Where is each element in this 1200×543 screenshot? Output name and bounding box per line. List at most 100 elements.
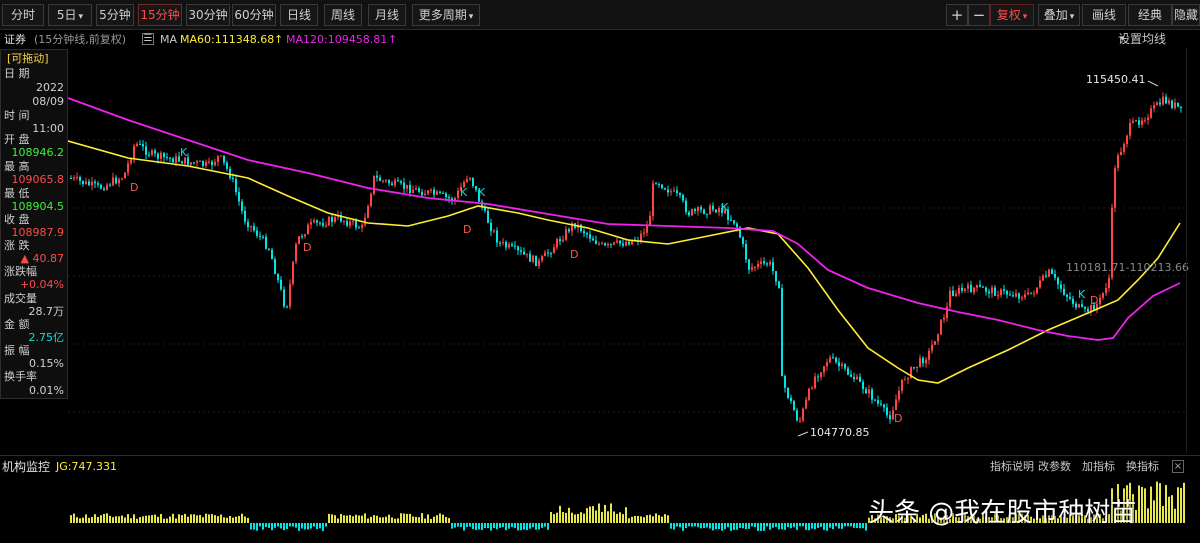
period-tab-5day[interactable]: 5日 ▾ bbox=[48, 4, 92, 26]
candle-body bbox=[322, 222, 324, 226]
candle-body bbox=[256, 230, 258, 236]
candle-body bbox=[1060, 284, 1062, 289]
indicator-bar-mark bbox=[85, 514, 87, 523]
candle-body bbox=[1081, 304, 1083, 307]
indicator-bar-mark bbox=[268, 523, 270, 528]
bar-detail-panel[interactable]: [可拖动] 日 期 2022 08/09 时 间 11:00 开 盘 10894… bbox=[0, 49, 68, 399]
change-value: ▲ 40.87 bbox=[20, 252, 64, 265]
candle-body bbox=[142, 144, 144, 147]
candle-body bbox=[283, 289, 285, 307]
candle-body bbox=[523, 251, 525, 255]
indicator-help-link[interactable]: 指标说明 bbox=[990, 456, 1034, 478]
indicator-bar-mark bbox=[190, 514, 192, 523]
indicator-bar-mark bbox=[439, 513, 441, 523]
candle-body bbox=[625, 241, 627, 246]
candle-body bbox=[373, 175, 375, 194]
indicator-bar-mark bbox=[76, 517, 78, 523]
indicator-bar-mark bbox=[715, 523, 717, 530]
candle-body bbox=[562, 239, 564, 242]
zoom-in-button[interactable]: + bbox=[946, 4, 968, 26]
candle-body bbox=[865, 389, 867, 394]
period-tab-60min[interactable]: 60分钟 bbox=[232, 4, 276, 26]
indicator-name[interactable]: 机构监控 bbox=[2, 456, 50, 478]
indicator-bar-mark bbox=[628, 518, 630, 523]
low-price-label: 104770.85 bbox=[810, 426, 870, 439]
kline-chart-area[interactable]: 115450.41 104770.85 110181.71-110213.66 … bbox=[68, 48, 1189, 453]
period-tab-30min[interactable]: 30分钟 bbox=[186, 4, 230, 26]
indicator-bar-mark bbox=[847, 523, 849, 527]
hide-button[interactable]: 隐藏 bbox=[1172, 4, 1200, 26]
k-signal-marker: K bbox=[721, 201, 729, 214]
candle-body bbox=[859, 376, 861, 382]
candle-body bbox=[382, 180, 384, 182]
adjust-dropdown[interactable]: 复权 ▾ bbox=[990, 4, 1034, 26]
candle-body bbox=[307, 224, 309, 235]
period-tab-intraday[interactable]: 分时 bbox=[2, 4, 44, 26]
change-label: 涨 跌 bbox=[4, 239, 30, 252]
draw-line-button[interactable]: 画线 bbox=[1082, 4, 1126, 26]
menu-toggle-icon[interactable]: ☰ bbox=[142, 33, 154, 45]
candle-body bbox=[355, 220, 357, 228]
indicator-bar-mark bbox=[148, 515, 150, 523]
adjust-label: 复权 bbox=[996, 8, 1021, 22]
switch-indicator-link[interactable]: 换指标 bbox=[1126, 456, 1159, 478]
close-icon[interactable]: × bbox=[1172, 460, 1184, 473]
indicator-bar-mark bbox=[835, 523, 837, 527]
indicator-bar-mark bbox=[454, 523, 456, 528]
candle-body bbox=[136, 143, 138, 146]
candle-body bbox=[241, 201, 243, 211]
candle-body bbox=[103, 188, 105, 190]
indicator-bar-mark bbox=[106, 513, 108, 523]
candle-body bbox=[943, 317, 945, 320]
change-pct-value: +0.04% bbox=[19, 278, 64, 291]
period-tab-week[interactable]: 周线 bbox=[324, 4, 362, 26]
candle-body bbox=[1159, 102, 1161, 105]
indicator-bar-mark bbox=[433, 516, 435, 523]
candle-body bbox=[925, 359, 927, 364]
indicator-bar-mark bbox=[124, 517, 126, 523]
more-periods-dropdown[interactable]: 更多周期 ▾ bbox=[412, 4, 480, 26]
candle-body bbox=[691, 209, 693, 216]
add-indicator-link[interactable]: 加指标 bbox=[1082, 456, 1115, 478]
indicator-bar-mark bbox=[529, 523, 531, 529]
candle-body bbox=[646, 225, 648, 233]
candle-body bbox=[433, 189, 435, 195]
period-tab-month[interactable]: 月线 bbox=[368, 4, 406, 26]
year-value: 2022 bbox=[36, 81, 64, 94]
indicator-bar-mark bbox=[778, 523, 780, 530]
candle-body bbox=[874, 399, 876, 401]
candle-body bbox=[511, 244, 513, 246]
candle-body bbox=[811, 388, 813, 390]
period-tab-day[interactable]: 日线 bbox=[280, 4, 318, 26]
candle-body bbox=[430, 189, 432, 191]
indicator-bar-mark bbox=[487, 523, 489, 529]
candle-body bbox=[349, 221, 351, 226]
overlay-dropdown[interactable]: 叠加 ▾ bbox=[1038, 4, 1080, 26]
indicator-bar-mark bbox=[691, 523, 693, 527]
jg-value: JG:747.331 bbox=[56, 460, 117, 473]
candle-body bbox=[319, 222, 321, 224]
indicator-bar-mark bbox=[589, 506, 591, 523]
indicator-bar-mark bbox=[481, 523, 483, 530]
classic-button[interactable]: 经典 bbox=[1128, 4, 1172, 26]
drag-handle-label[interactable]: [可拖动] bbox=[7, 52, 64, 65]
indicator-bar-mark bbox=[208, 514, 210, 523]
candle-body bbox=[472, 177, 474, 186]
candle-body bbox=[331, 216, 333, 222]
candle-body bbox=[1174, 102, 1176, 109]
candle-body bbox=[295, 244, 297, 262]
indicator-bar-mark bbox=[211, 514, 213, 523]
indicator-bar-mark bbox=[514, 523, 516, 529]
indicator-bar-mark bbox=[247, 517, 249, 523]
indicator-bar-mark bbox=[271, 523, 273, 531]
ma-label: MA bbox=[160, 33, 178, 46]
indicator-bar-mark bbox=[682, 523, 684, 531]
period-tab-5min[interactable]: 5分钟 bbox=[96, 4, 134, 26]
zoom-out-button[interactable]: − bbox=[968, 4, 990, 26]
candle-body bbox=[613, 242, 615, 245]
candle-body bbox=[130, 159, 132, 164]
change-params-link[interactable]: 改参数 bbox=[1038, 456, 1071, 478]
period-tab-15min[interactable]: 15分钟 bbox=[138, 4, 182, 26]
d-signal-marker: D bbox=[1090, 294, 1099, 307]
indicator-bar-mark bbox=[700, 523, 702, 529]
